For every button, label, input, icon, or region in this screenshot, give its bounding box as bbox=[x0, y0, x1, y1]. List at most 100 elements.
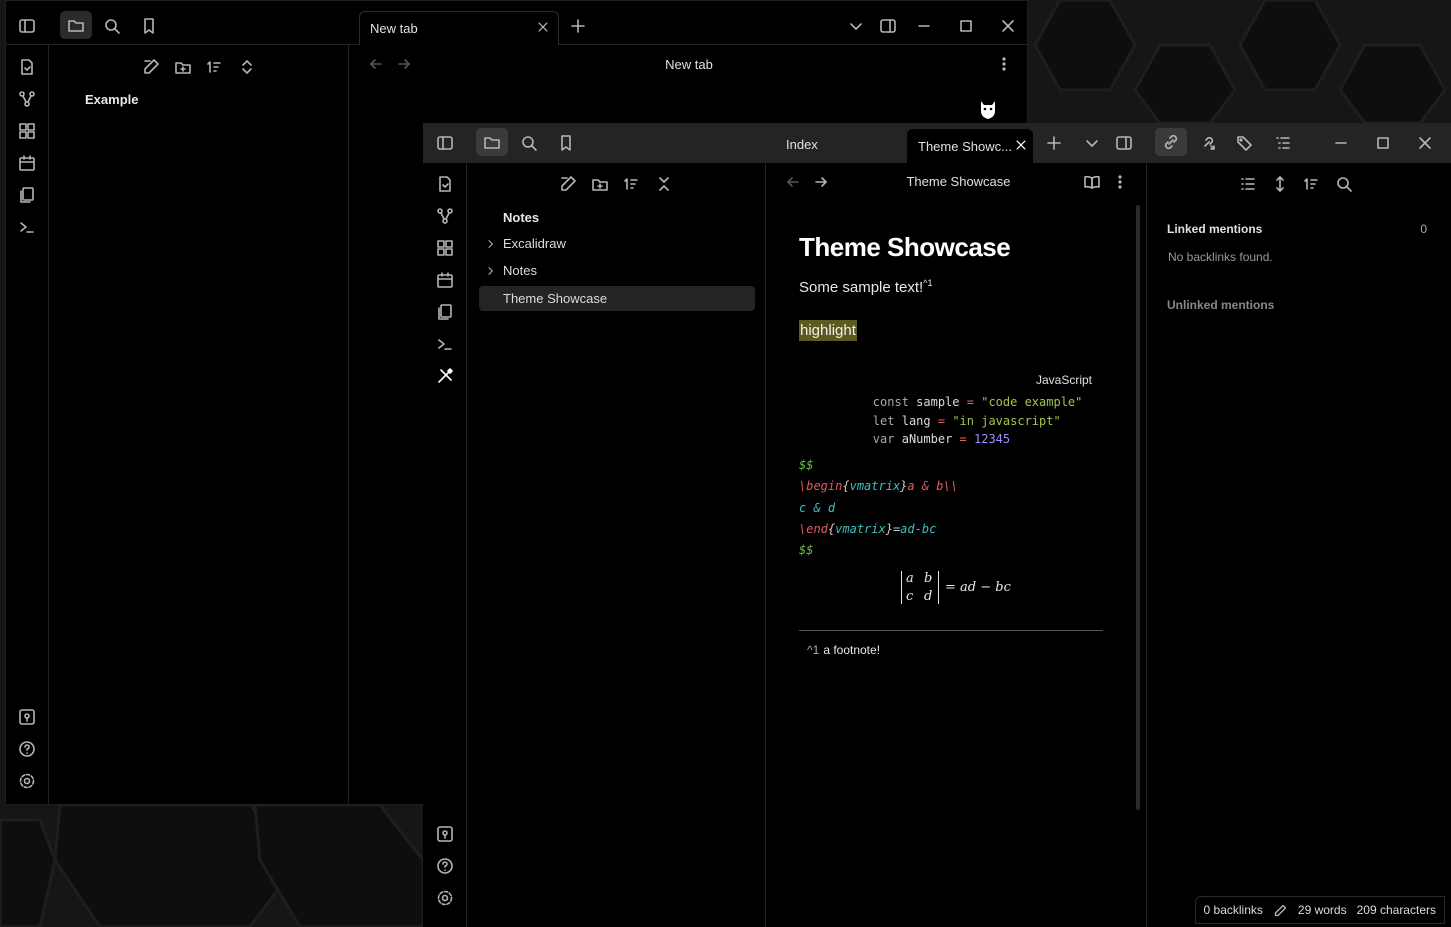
sort-icon[interactable] bbox=[623, 175, 641, 193]
calendar-icon[interactable] bbox=[18, 154, 36, 172]
new-folder-icon[interactable] bbox=[591, 175, 609, 193]
search-icon[interactable] bbox=[520, 134, 538, 152]
note-paragraph: Some sample text!^1 bbox=[799, 278, 932, 296]
bookmark-icon[interactable] bbox=[557, 134, 575, 152]
left-tab-title[interactable]: Index bbox=[786, 137, 818, 152]
maximize-icon[interactable] bbox=[957, 17, 975, 35]
tab-new[interactable]: New tab bbox=[359, 11, 559, 45]
collapse-results-icon[interactable] bbox=[1239, 175, 1257, 193]
no-backlinks-text: No backlinks found. bbox=[1168, 250, 1273, 264]
book-open-icon[interactable] bbox=[1083, 173, 1101, 191]
sort-icon[interactable] bbox=[206, 58, 224, 76]
right-sidebar-toggle-icon[interactable] bbox=[1115, 134, 1133, 152]
math-render: ab cd = ad − bc bbox=[901, 571, 1011, 604]
vault-root[interactable]: Notes bbox=[503, 210, 539, 225]
tree-file-theme-showcase[interactable]: Theme Showcase bbox=[479, 286, 755, 311]
close-window-icon[interactable] bbox=[1416, 134, 1434, 152]
right-sidebar-toggle-icon[interactable] bbox=[879, 17, 897, 35]
canvas-icon[interactable] bbox=[18, 122, 36, 140]
templates-icon[interactable] bbox=[436, 303, 454, 321]
terminal-icon[interactable] bbox=[18, 218, 36, 236]
vault-name[interactable]: Example bbox=[85, 92, 138, 107]
front-window: Index Theme Showc... Notes Excalidraw No… bbox=[423, 123, 1451, 927]
vault-switcher-icon[interactable] bbox=[436, 825, 454, 843]
files-icon[interactable] bbox=[476, 128, 508, 156]
math-source: $$ \begin{vmatrix}a & b\\ c & d \end{vma… bbox=[799, 458, 958, 557]
back-arrow-icon[interactable] bbox=[784, 173, 802, 191]
close-window-icon[interactable] bbox=[999, 17, 1017, 35]
more-options-icon[interactable] bbox=[995, 55, 1013, 73]
new-folder-icon[interactable] bbox=[174, 58, 192, 76]
bookmark-icon[interactable] bbox=[140, 17, 158, 35]
terminal-icon[interactable] bbox=[436, 335, 454, 353]
linked-mentions-title: Linked mentions bbox=[1167, 222, 1263, 236]
minimize-icon[interactable] bbox=[915, 17, 933, 35]
collapse-all-icon[interactable] bbox=[655, 175, 673, 193]
more-options-icon[interactable] bbox=[1111, 173, 1129, 191]
help-icon[interactable] bbox=[18, 740, 36, 758]
footnote: ^1 a footnote! bbox=[807, 643, 880, 657]
graph-view-icon[interactable] bbox=[18, 90, 36, 108]
math-rhs: = ad − bc bbox=[945, 580, 1011, 595]
footnote-ref[interactable]: ^1 bbox=[923, 278, 932, 288]
expand-all-icon[interactable] bbox=[238, 58, 256, 76]
tab-bar: New tab bbox=[349, 1, 1029, 45]
math-line: \begin{vmatrix}a & b\\ bbox=[799, 479, 958, 493]
backlinks-icon[interactable] bbox=[1155, 128, 1187, 156]
maximize-icon[interactable] bbox=[1374, 134, 1392, 152]
minimize-icon[interactable] bbox=[1332, 134, 1350, 152]
files-icon[interactable] bbox=[60, 11, 92, 39]
sidebar-toggle-icon[interactable] bbox=[18, 17, 36, 35]
status-chars: 209 characters bbox=[1356, 903, 1436, 917]
settings-icon[interactable] bbox=[18, 772, 36, 790]
calendar-icon[interactable] bbox=[436, 271, 454, 289]
graph-view-icon[interactable] bbox=[436, 207, 454, 225]
cat-icon bbox=[978, 97, 998, 121]
tree-item-label: Notes bbox=[503, 263, 537, 278]
tree-folder-notes[interactable]: Notes bbox=[479, 258, 755, 283]
matrix: ab cd bbox=[901, 571, 939, 604]
close-tab-icon[interactable] bbox=[1014, 138, 1028, 152]
footnote-backref[interactable]: ^1 bbox=[807, 643, 819, 657]
code-line: var aNumber = 12345 bbox=[872, 432, 1011, 446]
tags-icon[interactable] bbox=[1236, 134, 1254, 152]
tree-folder-excalidraw[interactable]: Excalidraw bbox=[479, 231, 755, 256]
canvas-icon[interactable] bbox=[436, 239, 454, 257]
new-tab-icon[interactable] bbox=[569, 17, 587, 35]
open-note-icon[interactable] bbox=[436, 175, 454, 193]
search-icon[interactable] bbox=[103, 17, 121, 35]
forward-arrow-icon[interactable] bbox=[812, 173, 830, 191]
show-more-context-icon[interactable] bbox=[1271, 175, 1289, 193]
sidebar-toggle-icon[interactable] bbox=[436, 134, 454, 152]
status-backlinks[interactable]: 0 backlinks bbox=[1204, 903, 1263, 917]
view-title[interactable]: Theme Showcase bbox=[866, 174, 1051, 189]
open-note-icon[interactable] bbox=[18, 58, 36, 76]
templates-icon[interactable] bbox=[18, 186, 36, 204]
new-note-icon[interactable] bbox=[142, 58, 160, 76]
view-title: New tab bbox=[665, 57, 713, 72]
vault-switcher-icon[interactable] bbox=[18, 708, 36, 726]
view-header: New tab bbox=[349, 45, 1029, 83]
tab-title: Theme Showc... bbox=[918, 139, 1012, 154]
sort-icon[interactable] bbox=[1303, 175, 1321, 193]
edit-pencil-icon[interactable] bbox=[1273, 903, 1288, 918]
outgoing-links-icon[interactable] bbox=[1199, 134, 1217, 152]
tab-list-icon[interactable] bbox=[847, 17, 865, 35]
close-tab-icon[interactable] bbox=[536, 20, 550, 34]
linked-mentions-header[interactable]: Linked mentions 0 bbox=[1167, 222, 1427, 236]
footnote-text: a footnote! bbox=[823, 643, 881, 657]
search-icon[interactable] bbox=[1335, 175, 1353, 193]
file-explorer: Example bbox=[49, 45, 349, 805]
tab-list-icon[interactable] bbox=[1083, 134, 1101, 152]
excalidraw-icon[interactable] bbox=[436, 367, 454, 385]
help-icon[interactable] bbox=[436, 857, 454, 875]
settings-icon[interactable] bbox=[436, 889, 454, 907]
outline-icon[interactable] bbox=[1274, 134, 1292, 152]
highlighted-text: highlight bbox=[799, 320, 857, 341]
scrollbar[interactable] bbox=[1136, 205, 1140, 810]
editor-pane: Theme Showcase Theme Showcase Some sampl… bbox=[766, 163, 1147, 927]
unlinked-mentions-header[interactable]: Unlinked mentions bbox=[1167, 298, 1274, 312]
new-note-icon[interactable] bbox=[559, 175, 577, 193]
tab-theme-showcase[interactable]: Theme Showc... bbox=[907, 129, 1033, 163]
new-tab-icon[interactable] bbox=[1045, 134, 1063, 152]
